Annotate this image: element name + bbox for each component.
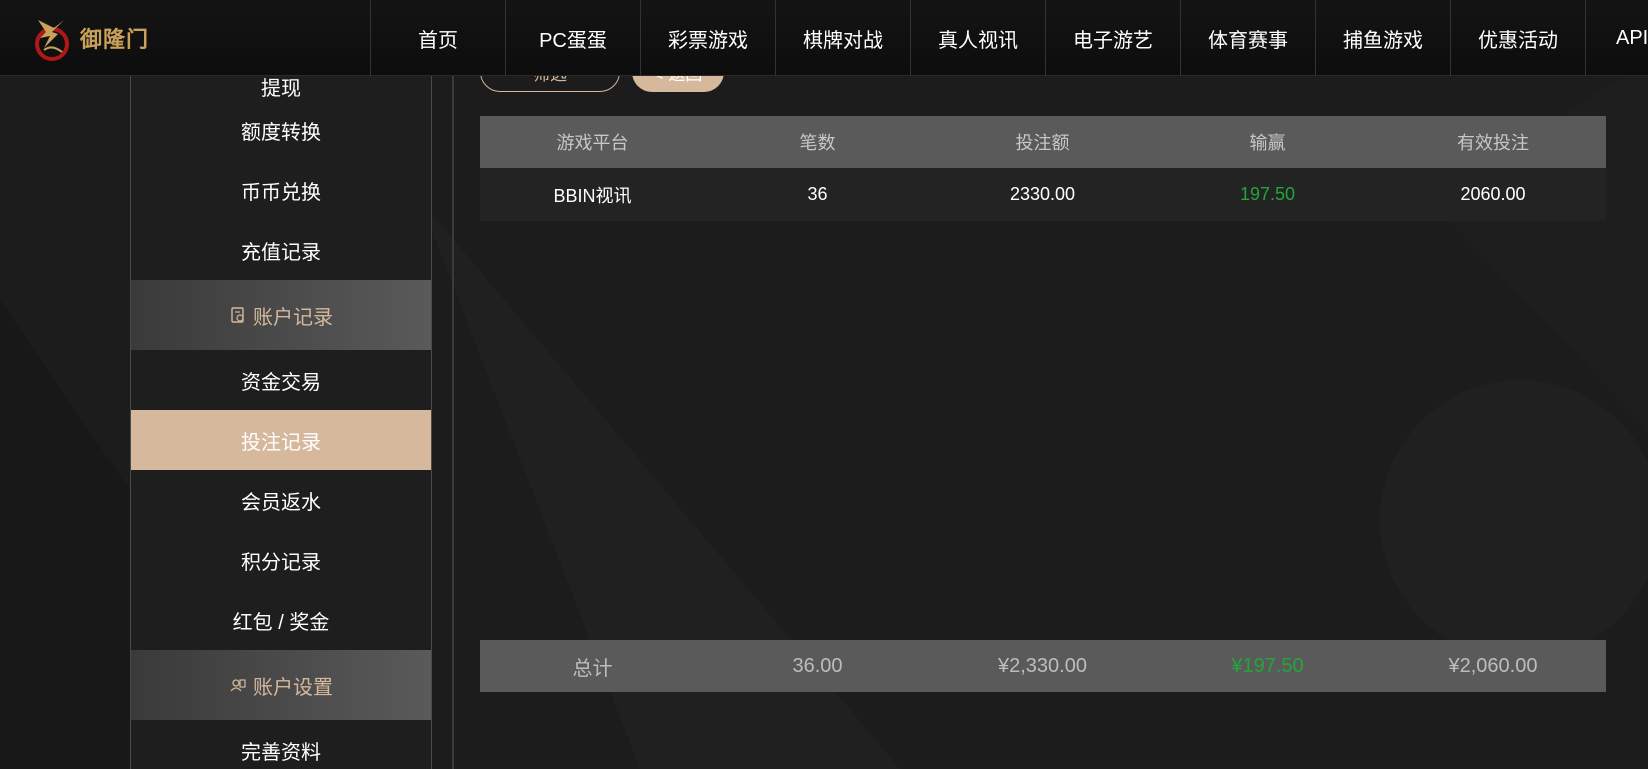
column-header-count: 笔数 [799, 133, 836, 153]
bet-summary-total: 总计 36.00 ¥2,330.00 ¥197.50 ¥2,060.00 [480, 640, 1606, 692]
table-row[interactable]: BBIN视讯 36 2330.00 197.50 2060.00 [480, 168, 1606, 221]
account-sidebar: 提现 额度转换 币币兑换 充值记录 账户记录 资金交易 投注记录 会员返水 积分… [130, 76, 432, 769]
sidebar-item-rebate[interactable]: 会员返水 [131, 470, 431, 530]
bet-summary-table: 游戏平台 笔数 投注额 输赢 有效投注 BBIN视讯 36 2330.00 19… [480, 116, 1606, 221]
user-card-icon [230, 679, 246, 692]
total-row: 总计 36.00 ¥2,330.00 ¥197.50 ¥2,060.00 [480, 640, 1606, 692]
sidebar-item-points[interactable]: 积分记录 [131, 530, 431, 590]
nav-pc-egg[interactable]: PC蛋蛋 [505, 0, 640, 76]
column-header-win-loss: 输赢 [1249, 133, 1286, 153]
total-win-loss: ¥197.50 [1231, 654, 1304, 677]
nav-api[interactable]: API [1585, 0, 1648, 76]
nav-fishing[interactable]: 捕鱼游戏 [1315, 0, 1450, 76]
sidebar-item-deposit-records[interactable]: 充值记录 [131, 220, 431, 280]
section-account-records-label: 账户记录 [253, 306, 333, 329]
main-panel-divider [452, 76, 454, 769]
sidebar-item-bonus[interactable]: 红包 / 奖金 [131, 590, 431, 650]
brand-name: 御隆门 [80, 27, 150, 52]
total-valid-bet: ¥2,060.00 [1448, 654, 1538, 677]
cell-count: 36 [807, 184, 828, 204]
nav-sports[interactable]: 体育赛事 [1180, 0, 1315, 76]
top-navigation: 御隆门 首页 PC蛋蛋 彩票游戏 棋牌对战 真人视讯 电子游艺 体育赛事 捕鱼游… [0, 0, 1648, 76]
record-icon [231, 307, 244, 323]
nav-slots[interactable]: 电子游艺 [1045, 0, 1180, 76]
sidebar-item-transfer[interactable]: 额度转换 [131, 100, 431, 160]
column-header-platform: 游戏平台 [556, 133, 629, 153]
brand-logo[interactable]: 御隆门 [0, 0, 370, 76]
cell-bet-amount: 2330.00 [1009, 184, 1076, 204]
section-account-settings[interactable]: 账户设置 [131, 650, 431, 720]
sidebar-item-complete-profile[interactable]: 完善资料 [131, 720, 431, 769]
nav-promotions[interactable]: 优惠活动 [1450, 0, 1585, 76]
cell-platform: BBIN视讯 [553, 185, 632, 206]
sidebar-item-fund-transactions[interactable]: 资金交易 [131, 350, 431, 410]
total-count: 36.00 [792, 654, 843, 677]
nav-chess-cards[interactable]: 棋牌对战 [775, 0, 910, 76]
table-header: 游戏平台 笔数 投注额 输赢 有效投注 [480, 116, 1606, 168]
nav-home[interactable]: 首页 [370, 0, 505, 76]
sidebar-item-coin-exchange[interactable]: 币币兑换 [131, 160, 431, 220]
column-header-bet-amount: 投注额 [1015, 133, 1070, 153]
total-bet-amount: ¥2,330.00 [998, 654, 1087, 677]
column-header-valid-bet: 有效投注 [1457, 133, 1529, 153]
dragon-logo-icon [35, 20, 69, 61]
main-nav: 首页 PC蛋蛋 彩票游戏 棋牌对战 真人视讯 电子游艺 体育赛事 捕鱼游戏 优惠… [370, 0, 1648, 76]
total-label: 总计 [572, 657, 613, 680]
cell-win-loss: 197.50 [1239, 184, 1296, 204]
cell-valid-bet: 2060.00 [1460, 184, 1526, 204]
nav-live-casino[interactable]: 真人视讯 [910, 0, 1045, 76]
sidebar-item-bet-records[interactable]: 投注记录 [131, 410, 431, 470]
section-account-records[interactable]: 账户记录 [131, 280, 431, 350]
section-account-settings-label: 账户设置 [253, 676, 333, 699]
nav-lottery[interactable]: 彩票游戏 [640, 0, 775, 76]
